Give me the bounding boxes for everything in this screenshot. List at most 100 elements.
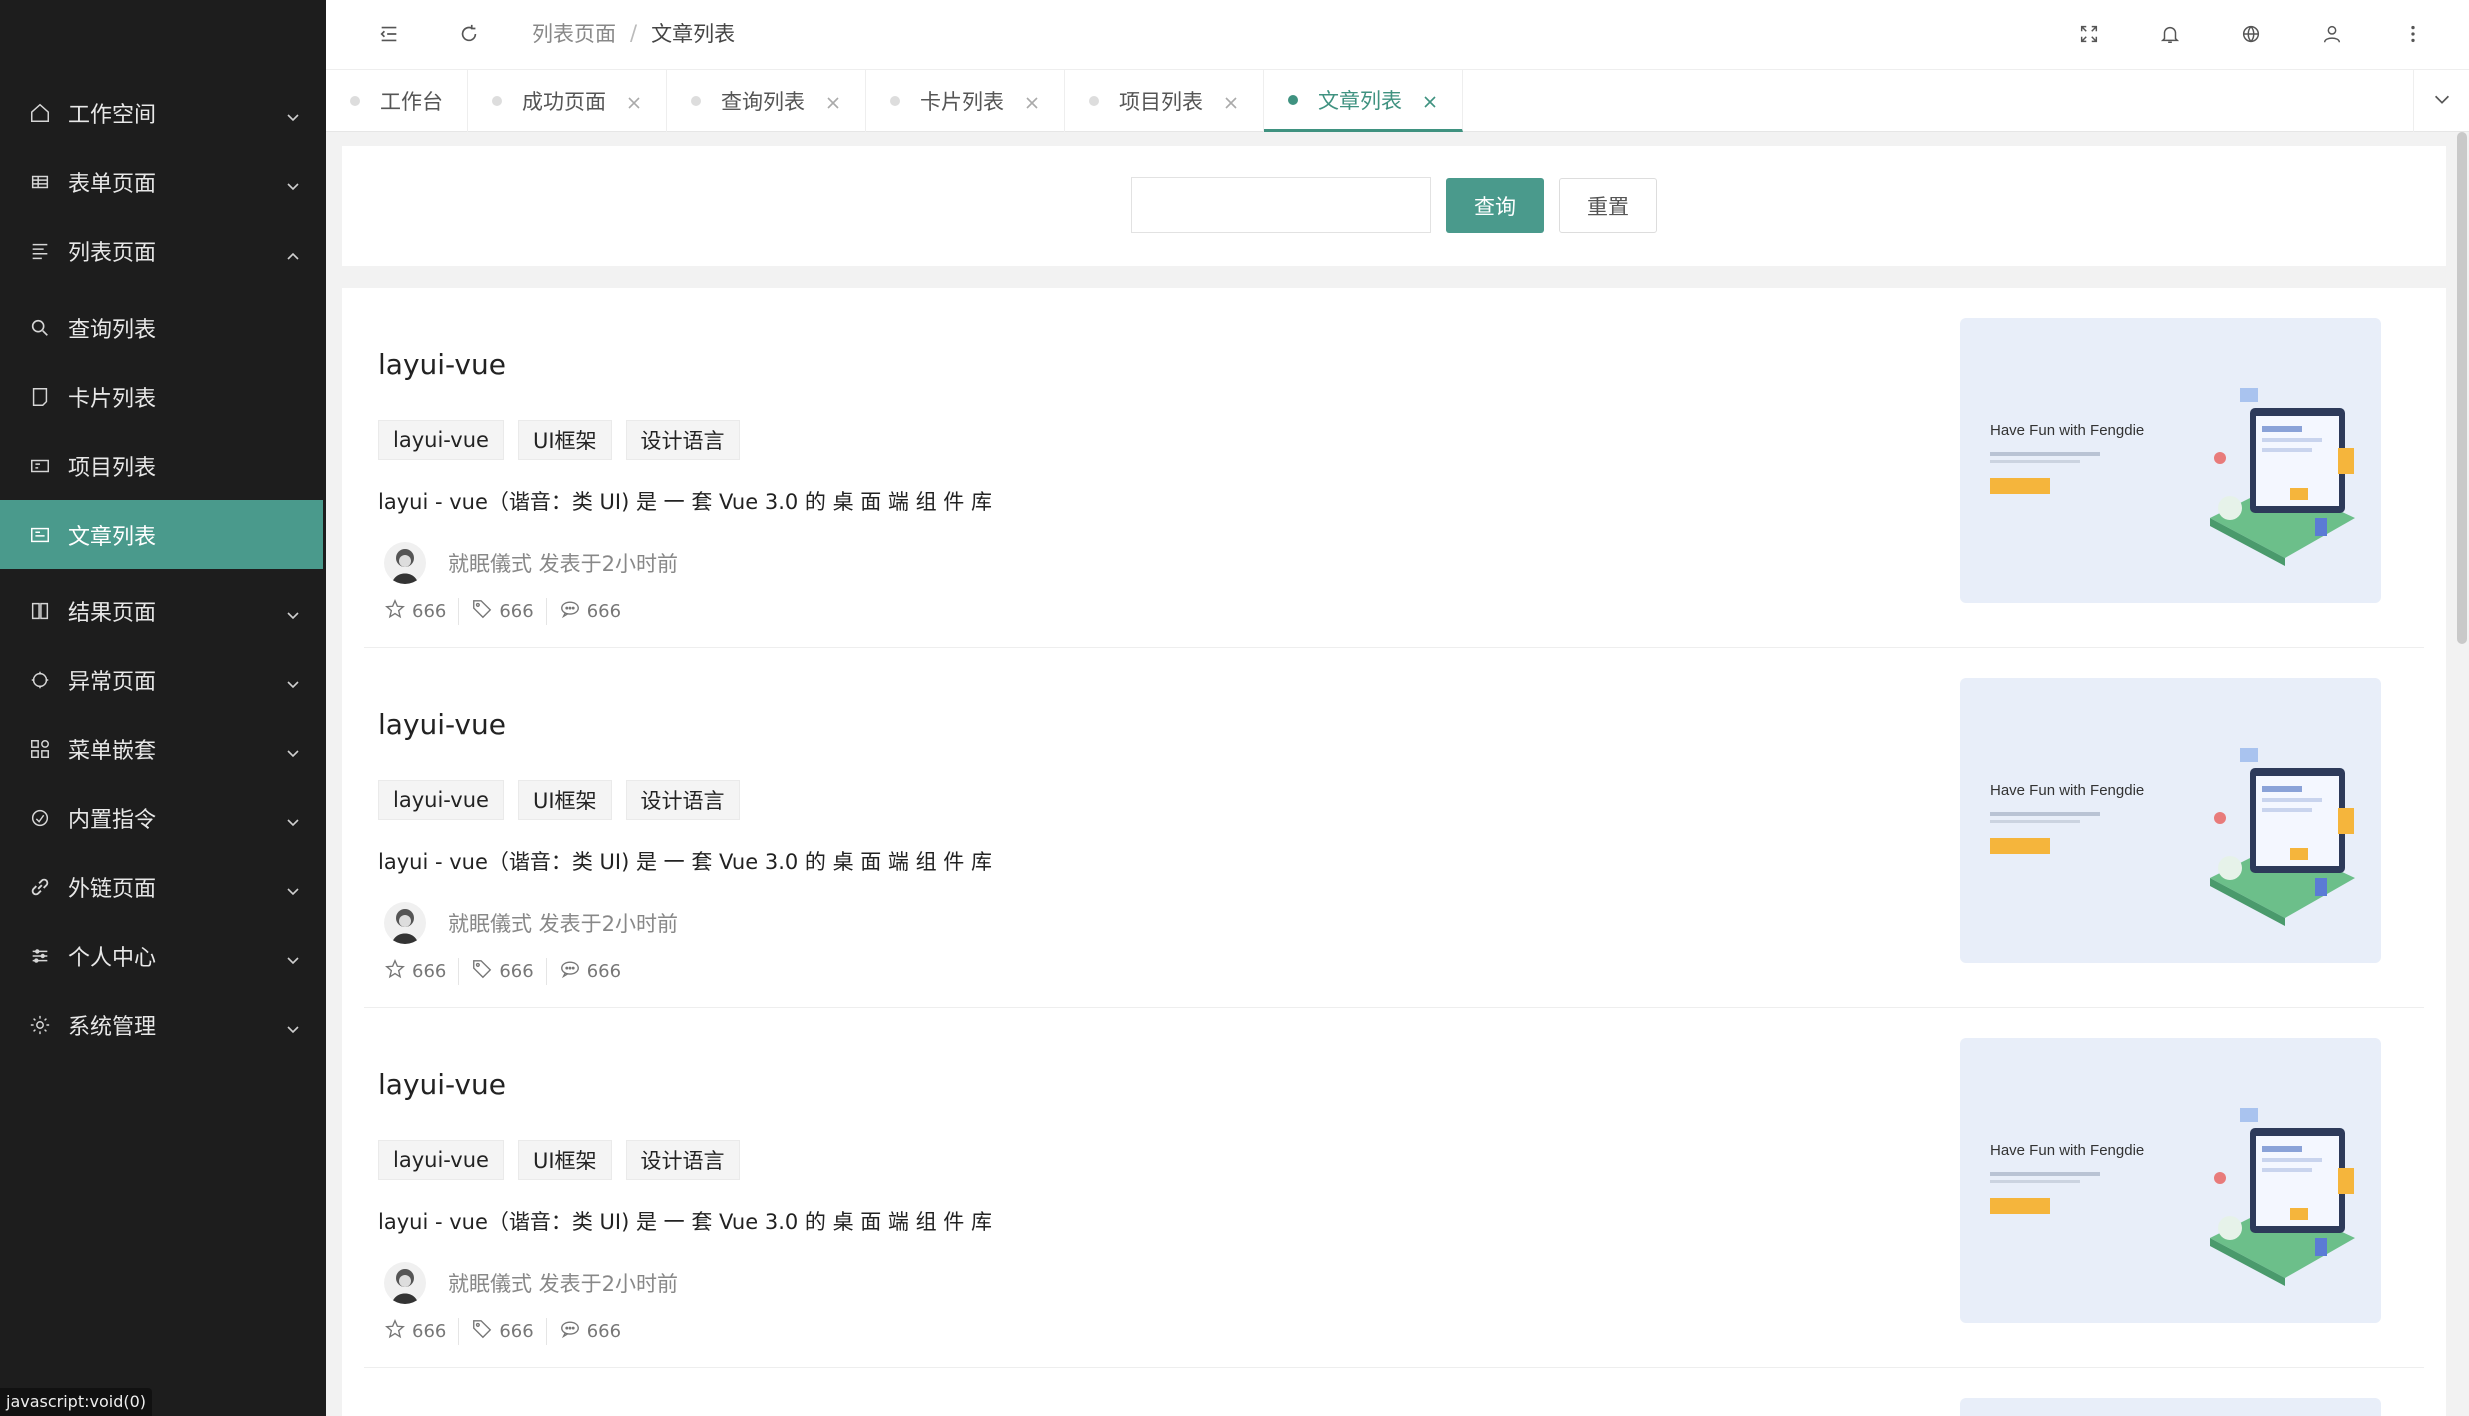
breadcrumb: 列表页面 / 文章列表 [532, 18, 735, 48]
tab-label: 成功页面 [522, 90, 606, 114]
sidebar-item-result[interactable]: 结果页面 [0, 576, 326, 645]
stat-comments[interactable]: 666 [559, 1318, 633, 1345]
close-icon[interactable] [825, 92, 843, 110]
stat-stars[interactable]: 666 [384, 1318, 460, 1345]
sidebar-item-article-list[interactable]: 文章列表 [0, 500, 323, 569]
illustration [2210, 748, 2355, 926]
nested-menu-icon [28, 737, 52, 761]
tab-article-list[interactable]: 文章列表 [1264, 70, 1463, 132]
user-icon[interactable] [2319, 21, 2345, 47]
stat-stars[interactable]: 666 [384, 598, 460, 625]
stat-value: 666 [586, 1321, 622, 1342]
chevron-down-icon [286, 673, 300, 688]
sidebar-item-list[interactable]: 列表页面 [0, 216, 326, 285]
stat-tags[interactable]: 666 [471, 1318, 547, 1345]
chevron-down-icon [286, 949, 300, 964]
sidebar-item-workspace[interactable]: 工作空间 [0, 78, 326, 147]
sidebar-item-query-list[interactable]: 查询列表 [0, 293, 326, 362]
tab-project-list[interactable]: 项目列表 [1065, 70, 1264, 132]
tab-dot [1288, 94, 1298, 105]
refresh-icon[interactable] [456, 21, 482, 47]
chevron-down-icon [286, 880, 300, 895]
article-list: layui-vue layui-vue UI框架 设计语言 layui - vu… [342, 288, 2446, 1416]
globe-icon[interactable] [2238, 21, 2264, 47]
sidebar-item-directive[interactable]: 内置指令 [0, 783, 326, 852]
stat-value: 666 [586, 961, 622, 982]
breadcrumb-item[interactable]: 列表页面 [532, 18, 616, 48]
tab-workbench[interactable]: 工作台 [326, 70, 468, 132]
stat-tags[interactable]: 666 [471, 598, 547, 625]
image-subtitle-line [1990, 820, 2080, 823]
sidebar-item-project-list[interactable]: 项目列表 [0, 431, 326, 500]
bell-icon[interactable] [2157, 21, 2183, 47]
tag: UI框架 [517, 420, 612, 460]
error-icon [28, 668, 52, 692]
close-icon[interactable] [626, 92, 644, 110]
article-author: 就眠儀式 发表于2小时前 [378, 1262, 678, 1304]
stat-value: 666 [499, 961, 534, 982]
fullscreen-icon[interactable] [2076, 21, 2102, 47]
reset-button[interactable]: 重置 [1559, 178, 1657, 233]
chevron-down-icon [286, 742, 300, 757]
sidebar-item-label: 查询列表 [68, 317, 157, 343]
close-icon[interactable] [1024, 92, 1042, 110]
profile-icon [28, 944, 52, 968]
list-item[interactable]: layui-vue layui-vue UI框架 设计语言 layui - vu… [364, 1008, 2424, 1368]
article-cover-image[interactable]: Have Fun with Fengdie [1960, 318, 2381, 603]
chevron-down-icon [286, 1018, 300, 1033]
top-header: 列表页面 / 文章列表 [326, 0, 2469, 70]
list-item-partial [1960, 1398, 2381, 1416]
author-line: 就眠儀式 发表于2小时前 [448, 912, 679, 936]
scrollbar-thumb[interactable] [2457, 132, 2467, 644]
sidebar-item-label: 个人中心 [68, 945, 157, 971]
article-title[interactable]: layui-vue [378, 1068, 506, 1101]
logo-area [0, 0, 326, 72]
tag: 设计语言 [625, 1140, 740, 1180]
article-cover-image[interactable]: Have Fun with Fengdie [1960, 1038, 2381, 1323]
sidebar-item-system[interactable]: 系统管理 [0, 990, 326, 1059]
sidebar-item-nested-menu[interactable]: 菜单嵌套 [0, 714, 326, 783]
illustration [2210, 388, 2355, 566]
chevron-down-icon [286, 604, 300, 619]
tab-card-list[interactable]: 卡片列表 [866, 70, 1065, 132]
article-title[interactable]: layui-vue [378, 708, 506, 741]
stat-comments[interactable]: 666 [559, 958, 633, 985]
image-cta-button [1990, 478, 2050, 494]
stat-tags[interactable]: 666 [471, 958, 547, 985]
comment-icon [559, 598, 581, 625]
star-icon [384, 1318, 406, 1345]
sidebar-item-profile[interactable]: 个人中心 [0, 921, 326, 990]
tab-label: 卡片列表 [920, 90, 1004, 114]
close-icon[interactable] [1422, 91, 1440, 109]
stat-comments[interactable]: 666 [559, 598, 633, 625]
query-button[interactable]: 查询 [1446, 178, 1544, 233]
more-vertical-icon[interactable] [2400, 21, 2426, 47]
chevron-down-icon [286, 106, 300, 121]
avatar [384, 542, 426, 584]
article-author: 就眠儀式 发表于2小时前 [378, 542, 678, 584]
stat-stars[interactable]: 666 [384, 958, 460, 985]
sidebar-item-form[interactable]: 表单页面 [0, 147, 326, 216]
search-icon [28, 316, 52, 340]
list-item[interactable]: layui-vue layui-vue UI框架 设计语言 layui - vu… [364, 288, 2424, 648]
tab-query-list[interactable]: 查询列表 [667, 70, 866, 132]
settings-icon [28, 1013, 52, 1037]
list-icon [28, 239, 52, 263]
tab-success-page[interactable]: 成功页面 [468, 70, 667, 132]
menu-fold-icon[interactable] [376, 21, 402, 47]
article-tags: layui-vue UI框架 设计语言 [378, 1140, 740, 1180]
chevron-up-icon [286, 244, 300, 260]
article-title[interactable]: layui-vue [378, 348, 506, 381]
article-tags: layui-vue UI框架 设计语言 [378, 780, 740, 820]
sidebar-item-card-list[interactable]: 卡片列表 [0, 362, 326, 431]
article-stats: 666 666 666 [384, 958, 645, 985]
close-icon[interactable] [1223, 92, 1241, 110]
search-input[interactable] [1131, 177, 1431, 233]
sidebar-item-error[interactable]: 异常页面 [0, 645, 326, 714]
article-cover-image[interactable]: Have Fun with Fengdie [1960, 678, 2381, 963]
sidebar-item-external-link[interactable]: 外链页面 [0, 852, 326, 921]
list-item[interactable]: layui-vue layui-vue UI框架 设计语言 layui - vu… [364, 648, 2424, 1008]
author-line: 就眠儀式 发表于2小时前 [448, 1272, 679, 1296]
tab-dropdown-button[interactable] [2413, 70, 2469, 132]
chevron-down-icon [2431, 88, 2453, 114]
